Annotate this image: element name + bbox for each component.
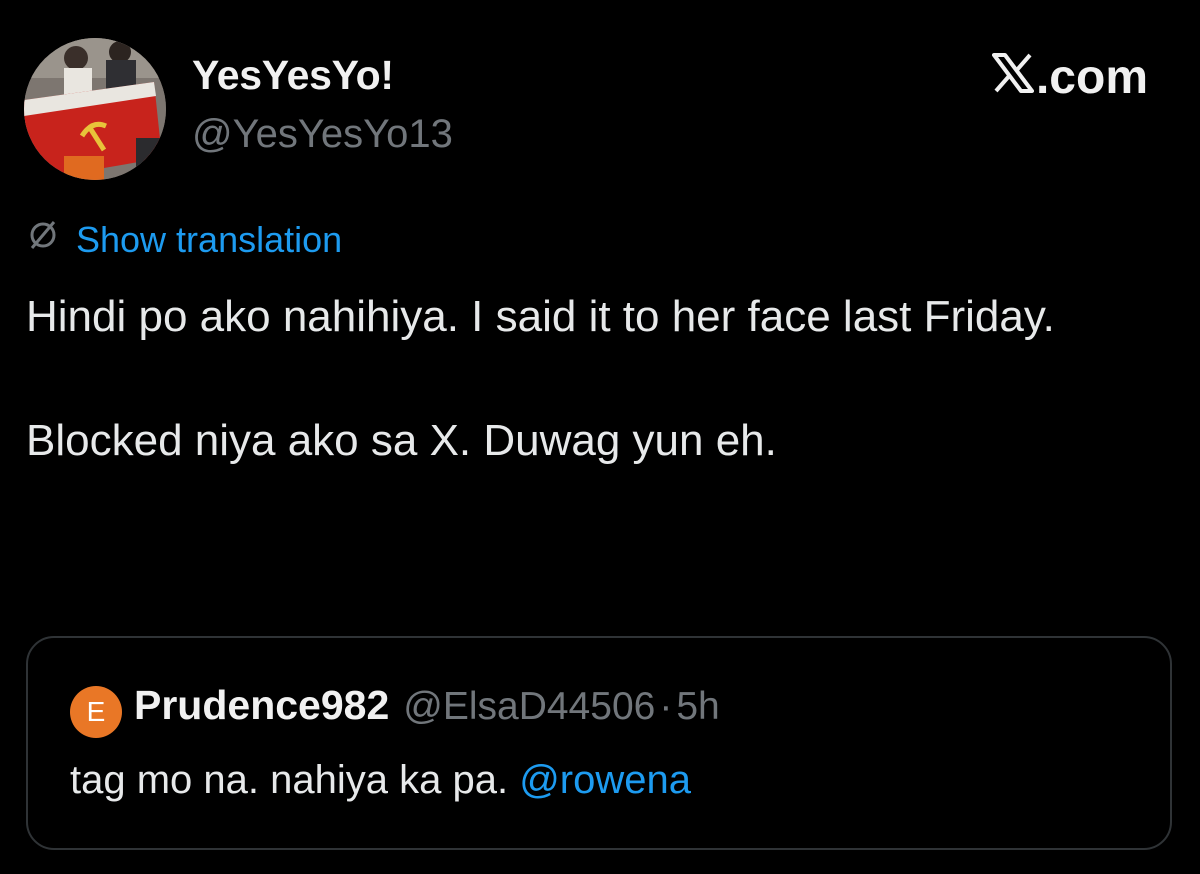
quoted-tweet-text: tag mo na. nahiya ka pa. @rowena [70, 758, 691, 803]
tweet-paragraph: Blocked niya ako sa X. Duwag yun eh. [26, 416, 777, 465]
author-avatar[interactable] [24, 38, 166, 180]
author-display-name[interactable]: YesYesYo! [192, 52, 394, 99]
tweet-paragraph: Hindi po ako nahihiya. I said it to her … [26, 292, 1055, 341]
profile-photo-flag [24, 38, 166, 180]
quoted-author-display-name[interactable]: Prudence982 [134, 682, 389, 729]
quoted-tweet-header: Prudence982 @ElsaD44506 · 5h [134, 682, 720, 729]
separator-dot: · [659, 685, 673, 728]
quoted-tweet-body: tag mo na. nahiya ka pa. [70, 758, 509, 802]
quoted-author-avatar[interactable]: E [70, 686, 122, 738]
x-logo-icon [991, 50, 1034, 105]
quoted-tweet-timestamp[interactable]: 5h [676, 685, 719, 729]
x-com-watermark: .com [991, 50, 1148, 105]
globe-icon [26, 218, 60, 261]
show-translation-row[interactable]: Show translation [26, 218, 342, 261]
quoted-tweet-card[interactable]: E Prudence982 @ElsaD44506 · 5h tag mo na… [26, 636, 1172, 850]
quoted-author-handle[interactable]: @ElsaD44506 [403, 685, 655, 729]
x-com-suffix: .com [1035, 51, 1148, 104]
author-handle[interactable]: @YesYesYo13 [192, 112, 453, 157]
mention-link[interactable]: @rowena [519, 758, 691, 802]
show-translation-link[interactable]: Show translation [76, 219, 342, 261]
tweet-body: Hindi po ako nahihiya. I said it to her … [26, 286, 1166, 472]
